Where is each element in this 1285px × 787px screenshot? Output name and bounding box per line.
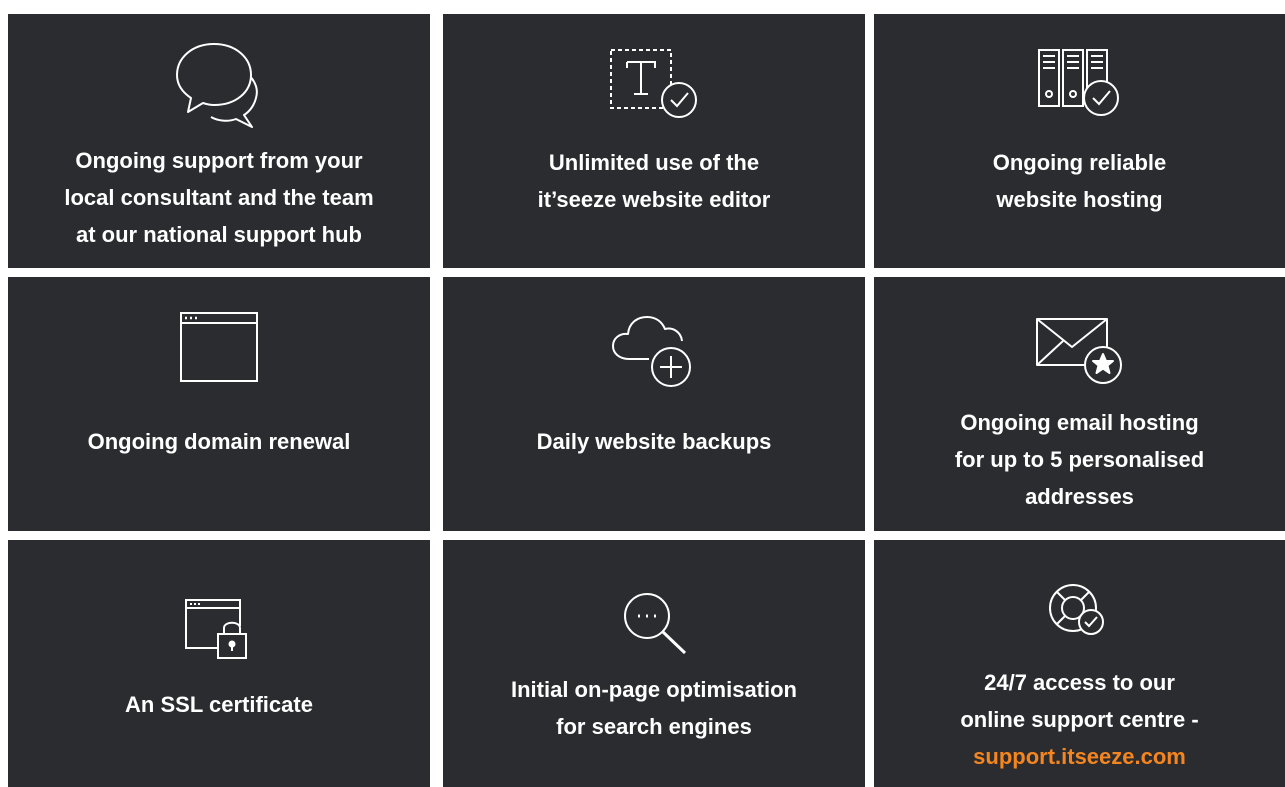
server-check-icon xyxy=(1035,48,1125,122)
feature-card-editor: Unlimited use of the it’seeze website ed… xyxy=(443,14,865,268)
cloud-add-icon xyxy=(609,309,699,389)
browser-window-icon xyxy=(179,311,259,385)
feature-card-hosting: Ongoing reliable website hosting xyxy=(874,14,1285,268)
feature-card-email: Ongoing email hosting for up to 5 person… xyxy=(874,277,1285,531)
envelope-star-icon xyxy=(1035,315,1125,385)
feature-card-seo: Initial on-page optimisation for search … xyxy=(443,540,865,787)
feature-label: Unlimited use of the it’seeze website ed… xyxy=(537,150,771,212)
feature-label: Ongoing support from your local consulta… xyxy=(64,148,374,247)
feature-card-ssl: An SSL certificate xyxy=(8,540,430,787)
feature-label: 24/7 access to our online support centre… xyxy=(886,664,1273,775)
feature-label: Daily website backups xyxy=(536,429,772,454)
browser-padlock-icon xyxy=(184,598,254,664)
support-link[interactable]: support.itseeze.com xyxy=(886,738,1273,775)
feature-label: Ongoing email hosting for up to 5 person… xyxy=(954,410,1205,509)
feature-card-backups: Daily website backups xyxy=(443,277,865,531)
feature-card-support-centre: 24/7 access to our online support centre… xyxy=(874,540,1285,787)
feature-card-support: Ongoing support from your local consulta… xyxy=(8,14,430,268)
feature-label: An SSL certificate xyxy=(125,692,313,717)
speech-bubbles-icon xyxy=(174,42,264,128)
text-edit-check-icon xyxy=(609,48,699,122)
feature-label: Ongoing domain renewal xyxy=(87,429,351,454)
feature-card-domain: Ongoing domain renewal xyxy=(8,277,430,531)
feature-label: Initial on-page optimisation for search … xyxy=(511,677,797,739)
lifebuoy-check-icon xyxy=(1045,582,1115,642)
magnifier-icon xyxy=(619,590,689,656)
feature-label: Ongoing reliable website hosting xyxy=(992,150,1167,212)
